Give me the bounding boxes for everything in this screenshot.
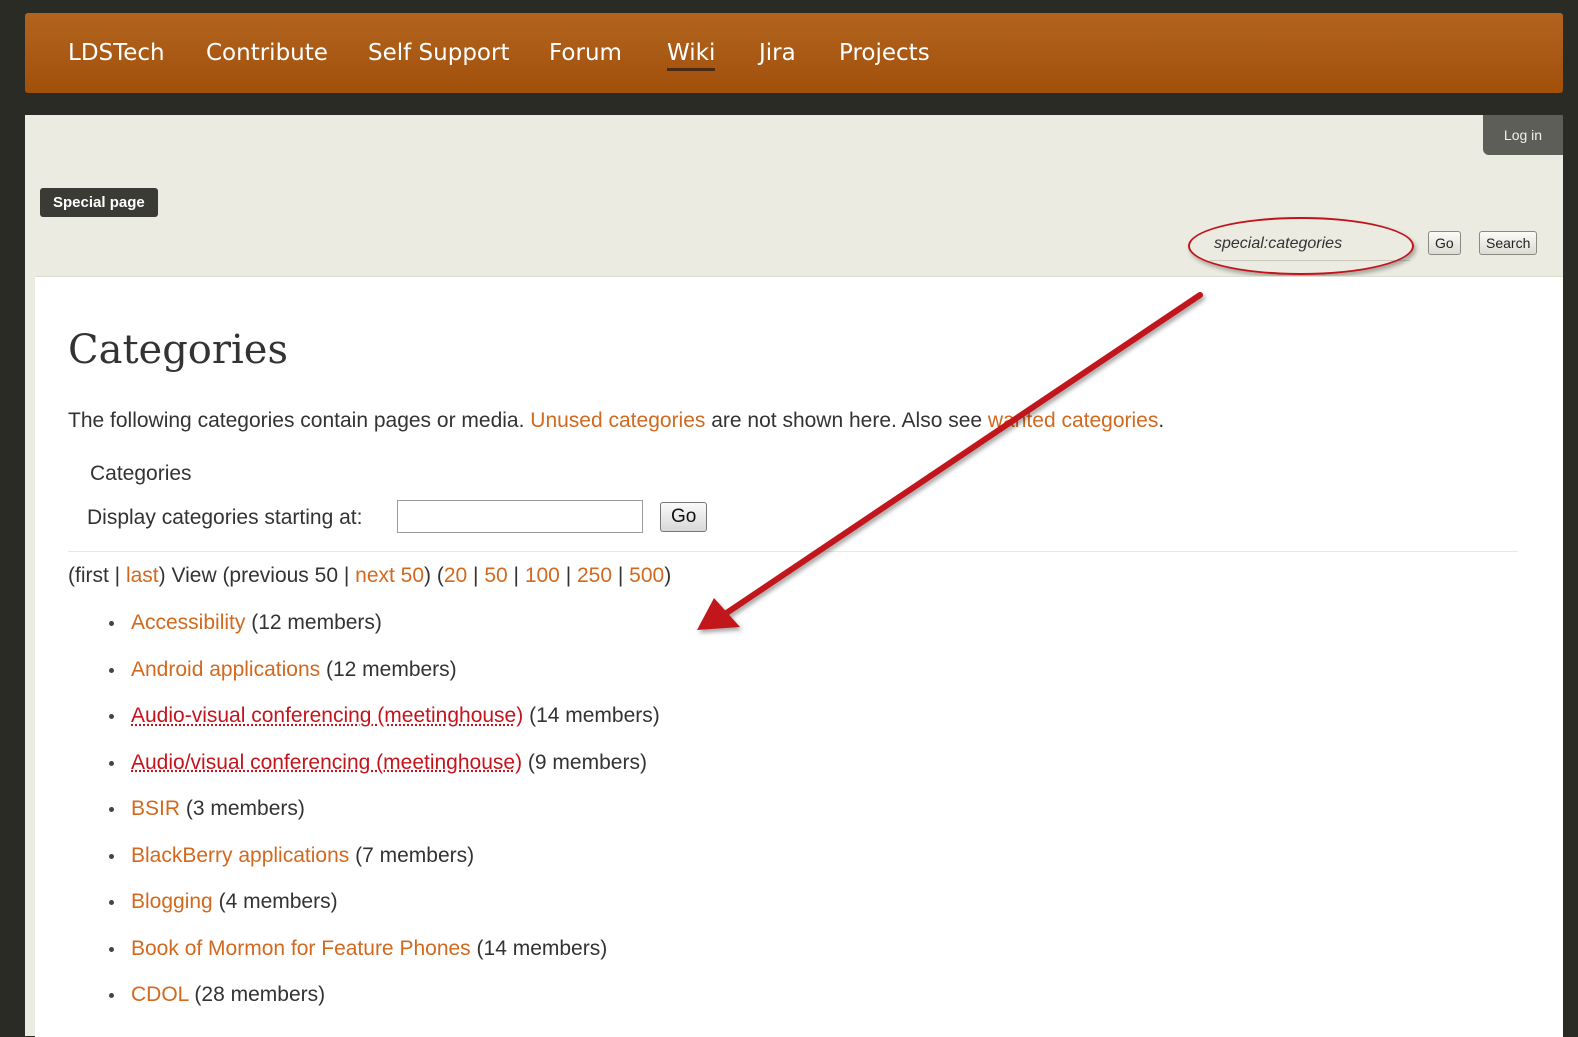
pager-sep: | [507, 564, 525, 587]
category-list: Accessibility (12 members) Android appli… [107, 600, 660, 1019]
intro-part1: The following categories contain pages o… [68, 409, 531, 432]
pager-last-link[interactable]: last [126, 564, 159, 587]
page-title: Categories [68, 327, 288, 373]
search-input[interactable] [1214, 229, 1413, 259]
bullet-icon [109, 993, 114, 998]
member-count: (28 members) [194, 983, 326, 1006]
list-item: Book of Mormon for Feature Phones (14 me… [107, 926, 660, 973]
list-item: Accessibility (12 members) [107, 600, 660, 647]
member-count: (14 members) [476, 936, 608, 960]
category-link[interactable]: CDOL [131, 983, 189, 1006]
special-page-badge: Special page [40, 188, 158, 217]
wanted-categories-link[interactable]: wanted categories [988, 409, 1158, 432]
pager-20-link[interactable]: 20 [444, 564, 467, 587]
display-start-label: Display categories starting at: [87, 506, 363, 529]
bullet-icon [109, 760, 114, 766]
member-count: (12 members) [325, 657, 457, 681]
unused-categories-link[interactable]: Unused categories [530, 409, 705, 432]
nav-wiki[interactable]: Wiki [667, 13, 716, 93]
display-go-button[interactable]: Go [660, 502, 708, 532]
pager-sep: | [559, 564, 577, 587]
member-count: (14 members) [529, 704, 660, 727]
pager-close: ) [664, 564, 672, 587]
pager-500-link[interactable]: 500 [629, 564, 664, 587]
intro-part2: are not shown here. Also see [705, 409, 988, 432]
member-count: (7 members) [355, 843, 475, 867]
category-link-missing[interactable]: Audio/visual conferencing (meetinghouse) [131, 751, 522, 774]
bullet-icon [109, 621, 114, 626]
category-link[interactable]: BSIR [131, 797, 180, 820]
member-count: (9 members) [527, 750, 647, 774]
member-count: (12 members) [251, 611, 382, 634]
category-link[interactable]: Accessibility [131, 611, 245, 634]
nav-contribute[interactable]: Contribute [206, 13, 328, 93]
pager: (first | last) View (previous 50 | next … [68, 564, 671, 588]
bullet-icon [109, 667, 114, 673]
bullet-icon [109, 900, 114, 905]
top-navigation-bar: LDSTech Contribute Self Support Forum Wi… [25, 13, 1563, 93]
intro-text: The following categories contain pages o… [68, 409, 1164, 433]
category-link[interactable]: Android applications [131, 658, 320, 681]
list-item: Blogging (4 members) [107, 879, 660, 926]
intro-part3: . [1158, 409, 1165, 432]
member-count: (4 members) [218, 890, 338, 913]
category-link[interactable]: BlackBerry applications [131, 844, 349, 867]
list-item: BlackBerry applications (7 members) [107, 833, 660, 880]
nav-projects[interactable]: Projects [839, 13, 930, 93]
member-count: (3 members) [185, 797, 305, 820]
pager-first: (first | [68, 564, 126, 587]
list-item: CDOL (28 members) [107, 972, 660, 1019]
bullet-icon [109, 807, 114, 812]
category-link-missing[interactable]: Audio-visual conferencing (meetinghouse) [131, 704, 523, 727]
bullet-icon [109, 853, 114, 859]
form-legend: Categories [90, 462, 192, 485]
nav-jira[interactable]: Jira [759, 13, 796, 93]
pager-sep: ) ( [424, 564, 444, 587]
pager-50-link[interactable]: 50 [484, 564, 507, 587]
category-link[interactable]: Blogging [131, 890, 213, 913]
go-button[interactable]: Go [1428, 231, 1461, 255]
list-item: BSIR (3 members) [107, 786, 660, 833]
bullet-icon [109, 946, 114, 952]
login-button[interactable]: Log in [1483, 115, 1563, 155]
search-button[interactable]: Search [1479, 231, 1538, 255]
nav-self-support[interactable]: Self Support [368, 13, 509, 93]
pager-view-text: ) View (previous 50 | [158, 564, 356, 587]
pager-100-link[interactable]: 100 [525, 564, 560, 587]
start-at-input[interactable] [397, 500, 643, 533]
bullet-icon [109, 714, 114, 719]
divider [68, 551, 1518, 552]
pager-250-link[interactable]: 250 [577, 564, 612, 587]
search-underline [1210, 260, 1410, 261]
list-item: Android applications (12 members) [107, 647, 660, 694]
category-link[interactable]: Book of Mormon for Feature Phones [131, 937, 471, 960]
main-content: Categories The following categories cont… [35, 276, 1563, 1037]
pager-next50-link[interactable]: next 50 [355, 564, 424, 587]
pager-sep: | [467, 564, 485, 587]
list-item: Audio/visual conferencing (meetinghouse)… [107, 740, 660, 787]
list-item: Audio-visual conferencing (meetinghouse)… [107, 693, 660, 740]
pager-sep: | [612, 564, 630, 587]
nav-forum[interactable]: Forum [549, 13, 622, 93]
nav-ldstech[interactable]: LDSTech [68, 13, 165, 93]
